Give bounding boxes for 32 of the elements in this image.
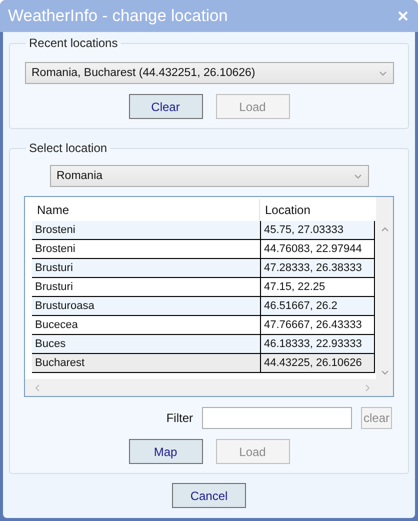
table-cell[interactable]: 44.76083, 22.97944 [260,240,375,259]
filter-label: Filter [166,411,193,425]
chevron-left-icon[interactable] [35,384,40,392]
table-cell[interactable]: Buces [32,335,260,354]
chevron-right-icon[interactable] [365,384,370,392]
table-cell[interactable]: 47.28333, 26.38333 [260,259,375,278]
chevron-up-icon[interactable] [380,227,388,232]
table-cell[interactable]: 46.51667, 26.2 [260,297,375,316]
vertical-scrollbar[interactable] [376,197,393,379]
group-label: Recent locations [28,36,119,50]
button[interactable]: Map [128,439,202,464]
chevron-down-icon[interactable] [354,174,362,178]
table-cell[interactable]: 47.15, 22.25 [260,278,375,297]
table-cell[interactable]: Brusturoasa [32,297,260,316]
table-cell[interactable]: 44.43225, 26.10626 [260,354,375,373]
table-cell[interactable]: 46.18333, 22.93333 [260,335,375,354]
window-title: WeatherInfo - change location [8,6,228,26]
group-label: Select location [28,141,108,155]
horizontal-scrollbar[interactable] [25,379,376,396]
table-cell[interactable]: 45.75, 27.03333 [260,221,375,240]
chevron-down-icon[interactable] [378,70,386,76]
button[interactable]: Clear [128,94,202,119]
button[interactable]: Cancel [172,483,246,508]
close-icon[interactable] [398,11,408,21]
table-cell[interactable]: Brosteni [32,221,260,240]
table-cell[interactable]: Brusturi [32,259,260,278]
chevron-down-icon[interactable] [380,370,388,375]
filter-field[interactable] [202,407,352,429]
country-dropdown[interactable]: Romania [50,165,368,187]
table-cell[interactable]: 47.76667, 26.43333 [260,316,375,335]
table-cell[interactable]: Bucharest [32,354,260,373]
recent-location-dropdown[interactable]: Romania, Bucharest (44.432251, 26.10626) [24,62,394,84]
